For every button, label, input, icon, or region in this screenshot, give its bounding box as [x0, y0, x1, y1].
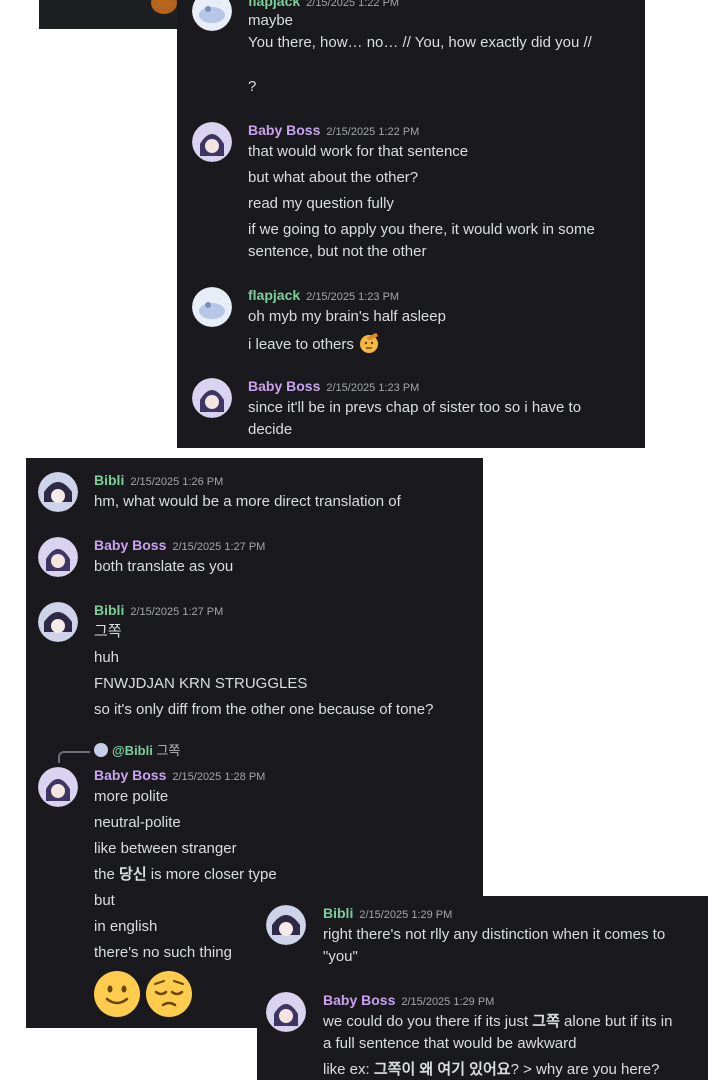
username[interactable]: Baby Boss	[248, 122, 320, 138]
username[interactable]: Baby Boss	[323, 992, 395, 1008]
message-header: Bibli 2/15/2025 1:29 PM	[323, 903, 452, 925]
avatar-baby-boss[interactable]	[192, 378, 232, 418]
message-line: read my question fully	[248, 195, 394, 212]
message-text: i leave to others	[248, 336, 354, 353]
avatar-baby-boss[interactable]	[38, 767, 78, 807]
timestamp: 2/15/2025 1:29 PM	[401, 996, 495, 1008]
message-line: in english	[94, 918, 158, 935]
message-line: hm, what would be a more direct translat…	[94, 493, 401, 510]
username[interactable]: Baby Boss	[94, 537, 166, 553]
previous-message-fragment	[39, 0, 179, 29]
username[interactable]: Baby Boss	[248, 378, 320, 394]
username[interactable]: Baby Boss	[94, 767, 166, 783]
message-line: i leave to others	[248, 332, 380, 356]
message-line: since it'll be in prevs chap of sister t…	[248, 399, 582, 416]
message-line: that would work for that sentence	[248, 143, 469, 160]
timestamp: 2/15/2025 1:22 PM	[326, 126, 420, 138]
message-line: a full sentence that would be awkward	[323, 1035, 577, 1052]
message-line: maybe	[248, 12, 294, 29]
slightly-smiling-face-emoji	[94, 971, 140, 1017]
message-line: we could do you there if its just 그쪽 alo…	[323, 1011, 672, 1033]
message-header: Baby Boss 2/15/2025 1:29 PM	[323, 990, 494, 1012]
message-header: Baby Boss 2/15/2025 1:27 PM	[94, 535, 265, 557]
avatar-baby-boss[interactable]	[266, 992, 306, 1032]
message-line: FNWJDJAN KRN STRUGGLES	[94, 675, 308, 692]
message-line: more polite	[94, 788, 169, 805]
username[interactable]: flapjack	[248, 287, 300, 303]
message-header: Baby Boss 2/15/2025 1:22 PM	[248, 120, 419, 142]
message-header: Bibli 2/15/2025 1:26 PM	[94, 470, 223, 492]
timestamp: 2/15/2025 1:23 PM	[326, 382, 420, 394]
timestamp: 2/15/2025 1:27 PM	[130, 606, 224, 618]
message-text: we could do you there if its just	[323, 1013, 533, 1030]
message-line: but	[94, 892, 115, 909]
username[interactable]: flapjack	[248, 0, 300, 9]
message-header: Bibli 2/15/2025 1:27 PM	[94, 600, 223, 622]
message-line: like ex: 그쪽이 왜 여기 있어요? > why are you her…	[323, 1059, 659, 1080]
avatar-baby-boss[interactable]	[38, 537, 78, 577]
timestamp: 2/15/2025 1:26 PM	[130, 476, 224, 488]
username[interactable]: Bibli	[323, 905, 353, 921]
message-text: is more closer type	[146, 866, 277, 883]
timestamp: 2/15/2025 1:23 PM	[306, 291, 400, 303]
avatar-bibli[interactable]	[266, 905, 306, 945]
message-line: 그쪽	[94, 623, 122, 640]
message-line: oh myb my brain's half asleep	[248, 308, 446, 325]
reply-connector	[58, 751, 90, 763]
korean-term: 당신	[119, 866, 147, 883]
message-header: flapjack 2/15/2025 1:23 PM	[248, 285, 399, 307]
message-line: so it's only diff from the other one bec…	[94, 701, 434, 718]
message-line: like between stranger	[94, 840, 237, 857]
timestamp: 2/15/2025 1:22 PM	[306, 0, 400, 9]
avatar-flapjack[interactable]	[192, 0, 232, 31]
message-text: like ex:	[323, 1061, 374, 1078]
reply-reference[interactable]: @Bibli 그쪽	[94, 743, 180, 759]
message-line: You there, how… no… // You, how exactly …	[248, 34, 592, 51]
username[interactable]: Bibli	[94, 602, 124, 618]
reply-text: 그쪽	[156, 743, 181, 758]
saluting-face-emoji	[360, 333, 379, 353]
message-line: there's no such thing	[94, 944, 232, 961]
korean-term: 그쪽	[532, 1013, 560, 1030]
timestamp: 2/15/2025 1:27 PM	[172, 541, 266, 553]
avatar-mini	[94, 743, 108, 757]
message-text: ? > why are you here?	[510, 1061, 660, 1078]
message-line: neutral-polite	[94, 814, 181, 831]
message-header: Baby Boss 2/15/2025 1:23 PM	[248, 376, 419, 398]
timestamp: 2/15/2025 1:28 PM	[172, 771, 266, 783]
username[interactable]: Bibli	[94, 472, 124, 488]
message-line: if we going to apply you there, it would…	[248, 221, 595, 238]
avatar-baby-boss[interactable]	[192, 122, 232, 162]
pensive-face-emoji	[146, 971, 192, 1017]
reply-mention[interactable]: @Bibli	[112, 743, 153, 758]
message-line: sentence, but not the other	[248, 243, 427, 260]
message-header: Baby Boss 2/15/2025 1:28 PM	[94, 765, 265, 787]
avatar-bibli[interactable]	[38, 472, 78, 512]
message-line: huh	[94, 649, 120, 666]
timestamp: 2/15/2025 1:29 PM	[359, 909, 453, 921]
message-line: "you"	[323, 948, 358, 965]
message-line: but what about the other?	[248, 169, 419, 186]
avatar-bibli[interactable]	[38, 602, 78, 642]
korean-sentence: 그쪽이 왜 여기 있어요	[373, 1061, 511, 1078]
message-text: alone but if its in	[559, 1013, 673, 1030]
message-line: the 당신 is more closer type	[94, 864, 277, 886]
message-line: ?	[248, 78, 257, 95]
partial-emoji	[151, 0, 177, 14]
message-line: right there's not rlly any distinction w…	[323, 926, 666, 943]
chat-panel-1: flapjack 2/15/2025 1:22 PM maybe You ther…	[177, 0, 645, 448]
chat-panel-3: Bibli 2/15/2025 1:29 PM right there's not…	[257, 896, 708, 1080]
avatar-flapjack[interactable]	[192, 287, 232, 327]
message-text: the	[94, 866, 120, 883]
message-line: decide	[248, 421, 293, 438]
message-line: both translate as you	[94, 558, 234, 575]
